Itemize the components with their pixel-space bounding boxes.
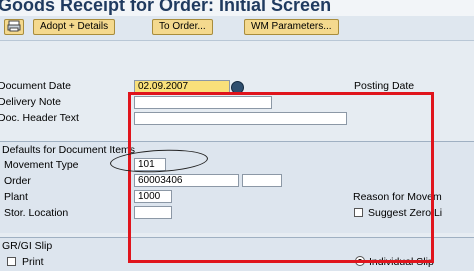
print-checkbox[interactable]: [7, 257, 16, 266]
movement-type-field[interactable]: 101: [134, 158, 166, 171]
order-field[interactable]: 60003406: [134, 174, 239, 187]
delivery-note-label: Delivery Note: [0, 96, 62, 108]
print-icon: [7, 20, 21, 32]
posting-date-label: Posting Date: [354, 80, 415, 92]
print-label: Print: [22, 256, 44, 268]
title-bar: Goods Receipt for Order: Initial Screen: [0, 0, 474, 16]
grgi-slip-title: GR/GI Slip: [2, 240, 53, 252]
document-date-field[interactable]: 02.09.2007: [134, 80, 230, 93]
individual-slip-radio[interactable]: [355, 256, 365, 266]
application-toolbar: Adopt + Details To Order... WM Parameter…: [0, 16, 474, 41]
doc-header-text-field[interactable]: [134, 112, 347, 125]
delivery-note-field[interactable]: [134, 96, 272, 109]
suggest-zero-lines-label: Suggest Zero Li: [368, 207, 443, 219]
to-order-button[interactable]: To Order...: [152, 19, 213, 35]
plant-label: Plant: [4, 191, 28, 203]
stor-location-field[interactable]: [134, 206, 172, 219]
suggest-zero-lines-checkbox[interactable]: [354, 208, 363, 217]
calendar-icon[interactable]: [231, 81, 244, 94]
defaults-section-title: Defaults for Document Items: [2, 144, 136, 156]
wm-parameters-button[interactable]: WM Parameters...: [244, 19, 339, 35]
order-label: Order: [4, 175, 31, 187]
reason-for-movement-label: Reason for Movem: [353, 191, 442, 203]
individual-slip-label: Individual Slip: [369, 256, 434, 268]
document-date-label: Document Date: [0, 80, 71, 92]
adopt-details-button[interactable]: Adopt + Details: [33, 19, 116, 35]
movement-type-label: Movement Type: [4, 159, 79, 171]
print-icon-button[interactable]: [4, 19, 24, 35]
stor-location-label: Stor. Location: [4, 207, 69, 219]
doc-header-text-label: Doc. Header Text: [0, 112, 79, 124]
plant-field[interactable]: 1000: [134, 190, 172, 203]
order-item-field[interactable]: [242, 174, 282, 187]
window-title: Goods Receipt for Order: Initial Screen: [0, 0, 332, 15]
